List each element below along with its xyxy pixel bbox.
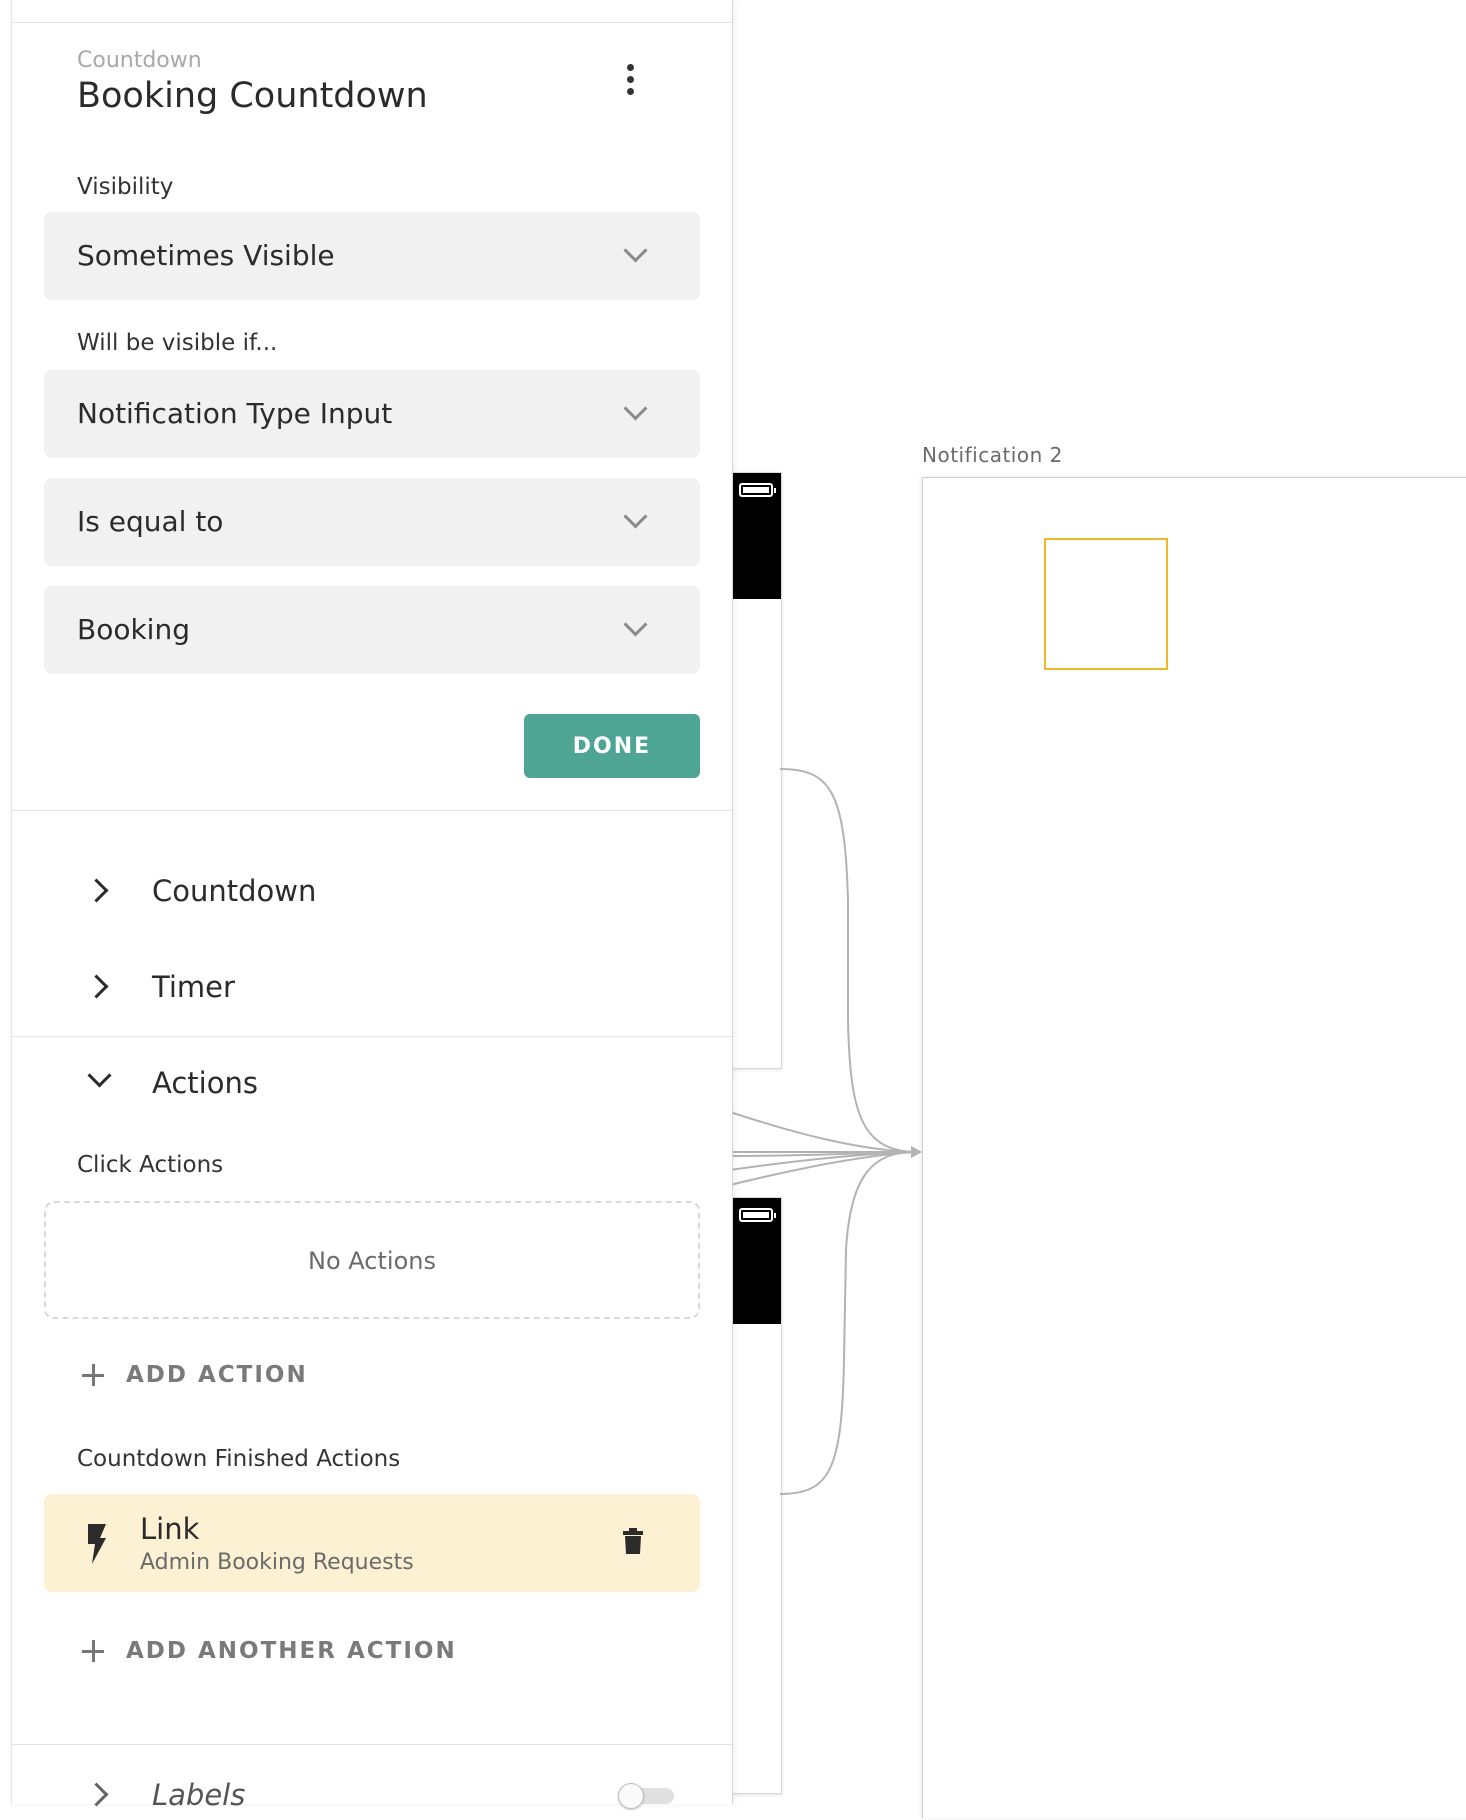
arrow-head-icon <box>911 1146 922 1158</box>
chevron-down-icon <box>87 1063 112 1088</box>
screen-preview-notification-2[interactable] <box>922 477 1466 1818</box>
condition-field-value: Notification Type Input <box>77 397 393 430</box>
lightning-bolt-icon <box>88 1524 106 1564</box>
empty-state-text: No Actions <box>308 1247 436 1275</box>
condition-operator-select[interactable]: Is equal to <box>44 478 700 566</box>
section-actions[interactable]: Actions <box>77 1054 677 1114</box>
plus-icon <box>82 1640 104 1662</box>
action-subtitle: Admin Booking Requests <box>140 1550 414 1575</box>
trash-icon[interactable] <box>623 1528 643 1554</box>
chevron-right-icon <box>84 974 109 999</box>
click-actions-empty: No Actions <box>44 1201 700 1319</box>
chevron-down-icon <box>623 238 648 263</box>
visibility-label: Visibility <box>77 174 174 200</box>
section-label: Labels <box>152 1778 246 1812</box>
divider <box>12 1036 732 1037</box>
chevron-down-icon <box>623 612 648 637</box>
divider <box>12 22 732 23</box>
chevron-right-icon <box>84 1782 109 1807</box>
section-label: Countdown <box>152 874 317 908</box>
condition-operator-value: Is equal to <box>77 505 224 538</box>
properties-panel: Countdown Booking Countdown Visibility S… <box>11 0 733 1812</box>
chevron-down-icon <box>623 504 648 529</box>
labels-toggle[interactable] <box>618 1783 676 1809</box>
condition-label: Will be visible if... <box>77 330 278 356</box>
action-item[interactable]: Link Admin Booking Requests <box>44 1494 700 1592</box>
divider <box>12 1744 732 1745</box>
add-another-action-label: ADD ANOTHER ACTION <box>126 1638 457 1664</box>
screen-label[interactable]: Notification 2 <box>922 443 1063 467</box>
add-action-label: ADD ACTION <box>126 1362 308 1388</box>
section-label: Actions <box>152 1066 258 1100</box>
section-labels[interactable]: Labels <box>77 1770 697 1820</box>
component-name: Booking Countdown <box>77 76 428 116</box>
done-button[interactable]: DONE <box>524 714 700 778</box>
action-title: Link <box>140 1512 200 1546</box>
visibility-value: Sometimes Visible <box>77 239 335 272</box>
divider <box>12 810 732 811</box>
chevron-right-icon <box>84 878 109 903</box>
visibility-select[interactable]: Sometimes Visible <box>44 212 700 300</box>
section-countdown[interactable]: Countdown <box>77 862 677 922</box>
more-options-icon[interactable] <box>620 64 640 104</box>
condition-value-select[interactable]: Booking <box>44 586 700 674</box>
click-actions-label: Click Actions <box>77 1152 224 1178</box>
condition-field-select[interactable]: Notification Type Input <box>44 370 700 458</box>
chevron-down-icon <box>623 396 648 421</box>
section-label: Timer <box>152 970 235 1004</box>
section-timer[interactable]: Timer <box>77 958 677 1018</box>
component-type: Countdown <box>77 48 202 73</box>
condition-value: Booking <box>77 613 190 646</box>
plus-icon <box>82 1364 104 1386</box>
finished-actions-label: Countdown Finished Actions <box>77 1446 401 1472</box>
selected-countdown-component[interactable] <box>1044 538 1168 670</box>
